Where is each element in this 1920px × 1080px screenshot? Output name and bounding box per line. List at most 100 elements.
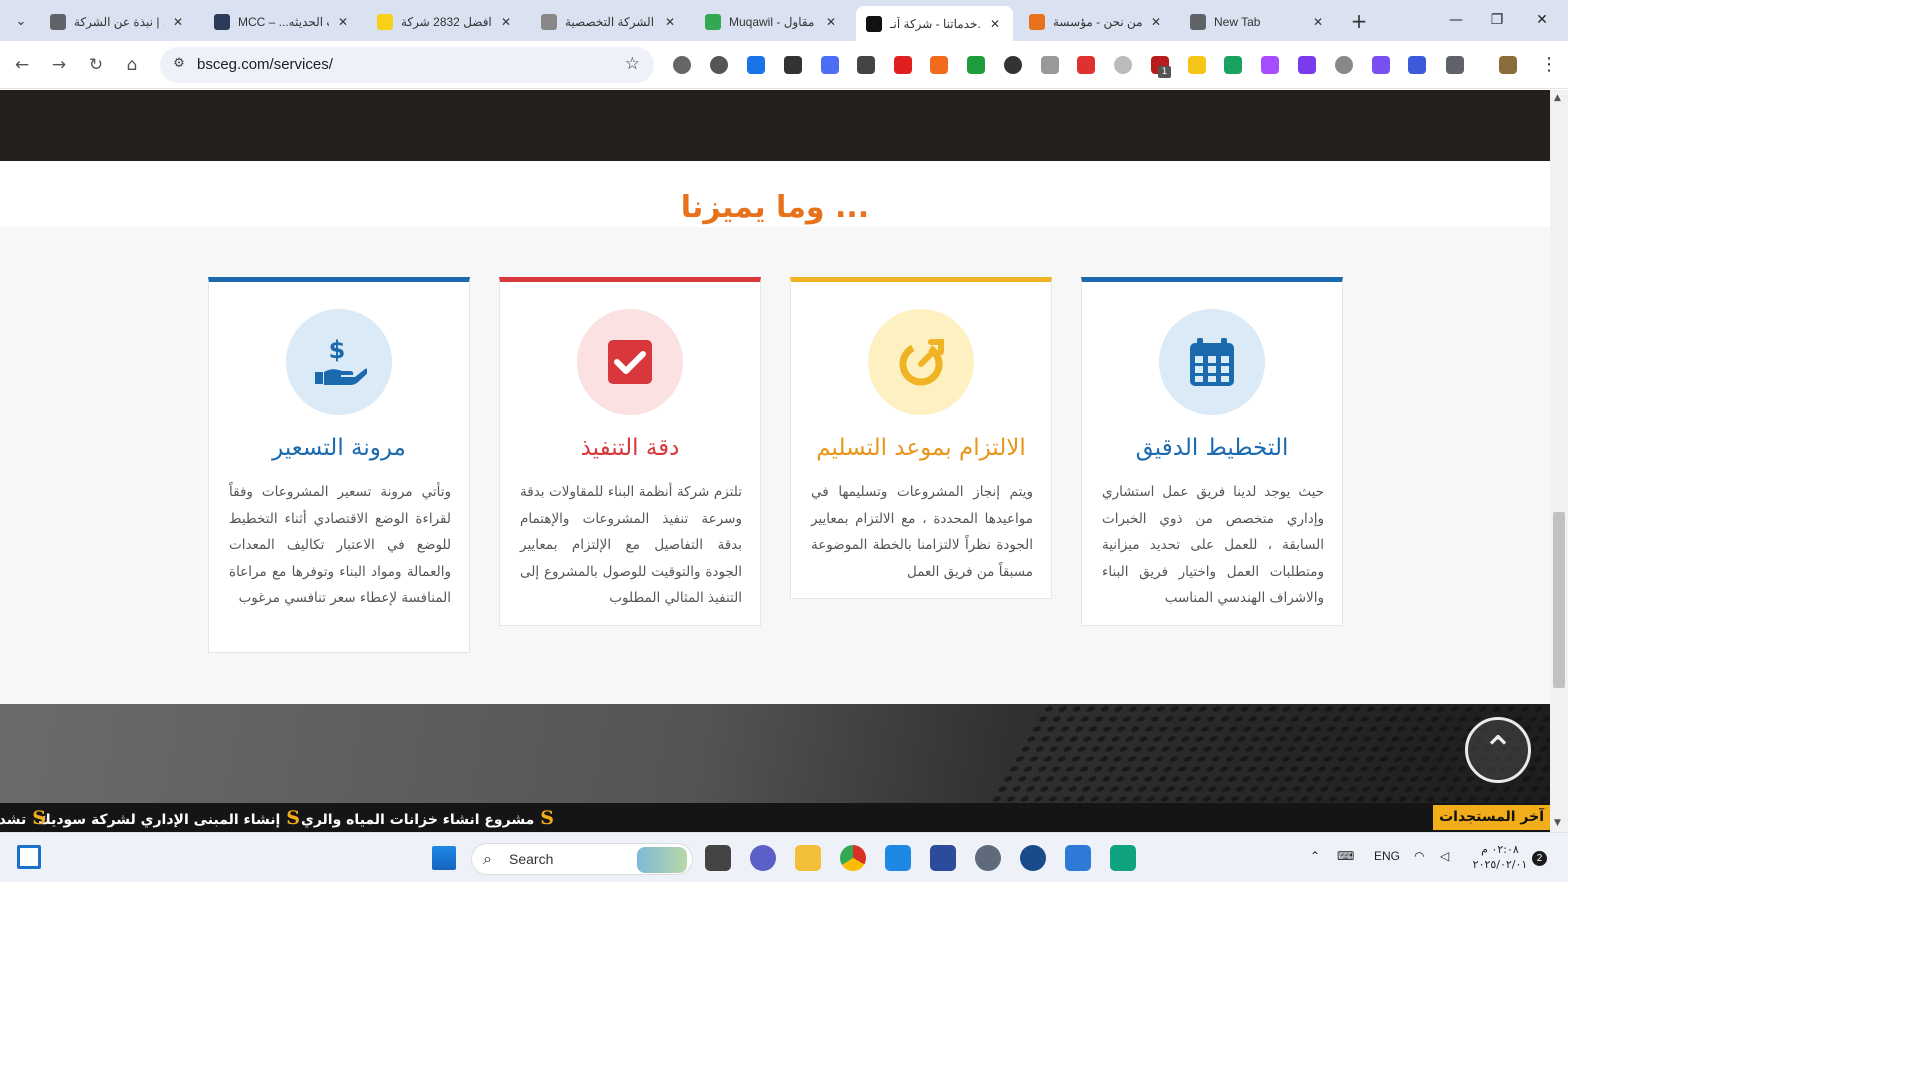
notification-badge[interactable]: 2 bbox=[1532, 851, 1547, 866]
extension-icon[interactable] bbox=[1077, 56, 1095, 74]
extension-badge: 1 bbox=[1158, 66, 1171, 78]
url-text[interactable]: bsceg.com/services/ bbox=[197, 56, 333, 73]
forward-icon[interactable]: → bbox=[45, 51, 73, 79]
scroll-to-top-button[interactable]: ⌃ bbox=[1465, 717, 1531, 783]
reload-icon[interactable]: ↻ bbox=[82, 51, 110, 79]
widgets-icon[interactable] bbox=[17, 845, 41, 869]
taskbar-search[interactable]: ⌕ Search bbox=[471, 843, 693, 875]
start-windows-icon[interactable] bbox=[432, 846, 456, 870]
settings-gear-icon[interactable] bbox=[975, 845, 1001, 871]
extension-icon[interactable] bbox=[930, 56, 948, 74]
extension-icon[interactable] bbox=[821, 56, 839, 74]
chrome-icon[interactable] bbox=[840, 845, 866, 871]
dark-header-band bbox=[0, 90, 1550, 161]
media-player-icon[interactable] bbox=[1020, 845, 1046, 871]
scrollbar-thumb[interactable] bbox=[1553, 512, 1565, 688]
language-indicator[interactable]: ENG bbox=[1374, 849, 1400, 863]
feature-card-delivery: الالتزام بموعد التسليم ويتم إنجاز المشرو… bbox=[790, 277, 1052, 599]
extension-icon[interactable] bbox=[857, 56, 875, 74]
s-logo-icon: S bbox=[32, 807, 46, 829]
card-icon-circle: $ bbox=[286, 309, 392, 415]
new-tab-button[interactable]: + bbox=[1346, 8, 1372, 34]
browser-tab[interactable]: خدماتنا - شركة أنـ... ✕ bbox=[856, 6, 1013, 41]
page-scrollbar[interactable]: ▲ ▼ bbox=[1550, 90, 1568, 832]
hero-image-band bbox=[0, 704, 1550, 803]
tab-close-icon[interactable]: ✕ bbox=[1310, 15, 1326, 29]
address-bar[interactable]: ⚙ bsceg.com/services/ ☆ bbox=[160, 47, 654, 83]
extension-icon[interactable] bbox=[1188, 56, 1206, 74]
ticker-item[interactable]: Sمشروع انشاء خزانات المياه والري bbox=[301, 807, 554, 829]
powershell-icon[interactable] bbox=[930, 845, 956, 871]
restore-icon[interactable]: ❐ bbox=[1477, 8, 1517, 32]
browser-tab[interactable]: من نحن - مؤسسة ✕ bbox=[1019, 6, 1174, 38]
task-view-icon[interactable] bbox=[705, 845, 731, 871]
extension-icon[interactable] bbox=[1298, 56, 1316, 74]
tab-favicon-icon bbox=[705, 14, 721, 30]
chatgpt-icon[interactable] bbox=[1110, 845, 1136, 871]
browser-tab[interactable]: New Tab ✕ bbox=[1180, 6, 1336, 38]
extension-icon[interactable] bbox=[1499, 56, 1517, 74]
tab-favicon-icon bbox=[866, 15, 882, 32]
tab-close-icon[interactable]: ✕ bbox=[1148, 15, 1164, 29]
extension-icon[interactable] bbox=[1261, 56, 1279, 74]
tray-overflow-icon[interactable]: ⌃ bbox=[1310, 849, 1320, 863]
browser-tab[interactable]: Muqawil - مقاول ✕ bbox=[695, 6, 849, 38]
check-square-icon bbox=[608, 340, 652, 384]
minimize-icon[interactable]: — bbox=[1436, 8, 1476, 32]
windows-taskbar: ⌕ Search ⌃ ⌨ ENG ◠ ◁ ٠٢:٠٨ م ٢٠٢٥/٠٢/٠١ … bbox=[0, 832, 1568, 882]
tab-close-icon[interactable]: ✕ bbox=[987, 17, 1003, 31]
card-icon-circle bbox=[1159, 309, 1265, 415]
browser-tab[interactable]: MCC – ...ت الحديثه ✕ bbox=[204, 6, 361, 38]
volume-icon[interactable]: ◁ bbox=[1440, 849, 1449, 863]
s-logo-icon: S bbox=[286, 807, 300, 829]
browser-tab[interactable]: افضل 2832 شركة ✕ bbox=[367, 6, 524, 38]
chat-icon[interactable] bbox=[750, 845, 776, 871]
bookmark-star-icon[interactable]: ☆ bbox=[625, 54, 640, 74]
extension-icon[interactable] bbox=[673, 56, 691, 74]
clock-date: ٢٠٢٥/٠٢/٠١ bbox=[1472, 858, 1528, 871]
vscode-icon[interactable] bbox=[885, 845, 911, 871]
card-title: دقة التنفيذ bbox=[580, 435, 680, 461]
page-content: وما يميزنا ... $ مرونة التسعير وتأتي مرو… bbox=[0, 90, 1550, 803]
browser-tab[interactable]: نبذة عن الشركة | ... ✕ bbox=[40, 6, 196, 38]
tab-close-icon[interactable]: ✕ bbox=[335, 15, 351, 29]
ticker-item[interactable]: Sتشد bbox=[0, 807, 46, 829]
extension-icon[interactable] bbox=[1335, 56, 1353, 74]
close-window-icon[interactable]: ✕ bbox=[1522, 8, 1562, 32]
browser-menu-icon[interactable]: ⋮ bbox=[1540, 54, 1558, 75]
card-body: تلتزم شركة أنظمة البناء للمقاولات بدقة و… bbox=[520, 484, 742, 606]
search-label: Search bbox=[509, 851, 554, 867]
wifi-icon[interactable]: ◠ bbox=[1414, 849, 1424, 863]
paint-icon[interactable] bbox=[1065, 845, 1091, 871]
ticker-label: آخر المستجدات bbox=[1433, 805, 1550, 830]
extension-icon[interactable] bbox=[784, 56, 802, 74]
extension-icon[interactable] bbox=[894, 56, 912, 74]
tab-close-icon[interactable]: ✕ bbox=[662, 15, 678, 29]
extension-icon[interactable] bbox=[967, 56, 985, 74]
card-title: الالتزام بموعد التسليم bbox=[816, 435, 1026, 461]
scroll-up-arrow-icon[interactable]: ▲ bbox=[1554, 93, 1561, 103]
scroll-down-arrow-icon[interactable]: ▼ bbox=[1554, 818, 1561, 828]
extension-icon[interactable] bbox=[1446, 56, 1464, 74]
extension-icon[interactable] bbox=[1224, 56, 1242, 74]
file-explorer-icon[interactable] bbox=[795, 845, 821, 871]
extension-icon[interactable] bbox=[710, 56, 728, 74]
browser-tab[interactable]: الشركة التخصصية ✕ bbox=[531, 6, 688, 38]
extension-icon[interactable] bbox=[1408, 56, 1426, 74]
tab-close-icon[interactable]: ✕ bbox=[823, 15, 839, 29]
home-icon[interactable]: ⌂ bbox=[118, 51, 146, 79]
keyboard-icon[interactable]: ⌨ bbox=[1337, 849, 1354, 863]
extension-icon[interactable] bbox=[1114, 56, 1132, 74]
back-icon[interactable]: ← bbox=[8, 51, 36, 79]
site-info-icon[interactable]: ⚙ bbox=[170, 56, 188, 74]
tab-title: الشركة التخصصية bbox=[565, 15, 655, 29]
tab-search-dropdown-icon[interactable]: ⌄ bbox=[8, 8, 34, 34]
extension-icon[interactable] bbox=[1004, 56, 1022, 74]
extension-icon[interactable] bbox=[1041, 56, 1059, 74]
extension-icon[interactable] bbox=[1372, 56, 1390, 74]
extension-icon[interactable] bbox=[747, 56, 765, 74]
tab-close-icon[interactable]: ✕ bbox=[170, 15, 186, 29]
tab-close-icon[interactable]: ✕ bbox=[498, 15, 514, 29]
clock[interactable]: ٠٢:٠٨ م ٢٠٢٥/٠٢/٠١ bbox=[1470, 842, 1530, 872]
ticker-item[interactable]: Sإنشاء المبنى الإداري لشركة سوديك bbox=[38, 807, 300, 829]
